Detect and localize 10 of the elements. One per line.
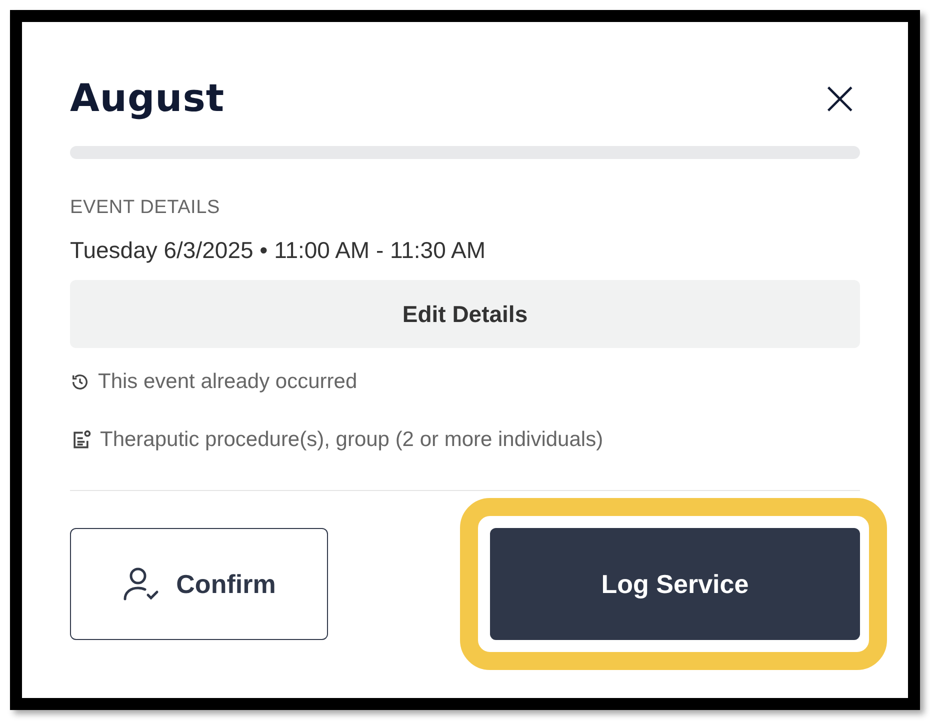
confirm-button[interactable]: Confirm (70, 528, 328, 640)
history-icon (70, 372, 90, 392)
info-text: Theraputic procedure(s), group (2 or more individuals) (100, 428, 604, 452)
dialog-title: August (70, 76, 224, 120)
event-datetime: Tuesday 6/3/2025 • 11:00 AM - 11:30 AM (70, 237, 486, 264)
section-label: EVENT DETAILS (70, 197, 221, 219)
info-text: This event already occurred (98, 370, 358, 394)
log-service-button[interactable]: Log Service (490, 528, 860, 640)
edit-details-button[interactable]: Edit Details (70, 280, 860, 348)
close-button[interactable]: × (820, 78, 860, 118)
